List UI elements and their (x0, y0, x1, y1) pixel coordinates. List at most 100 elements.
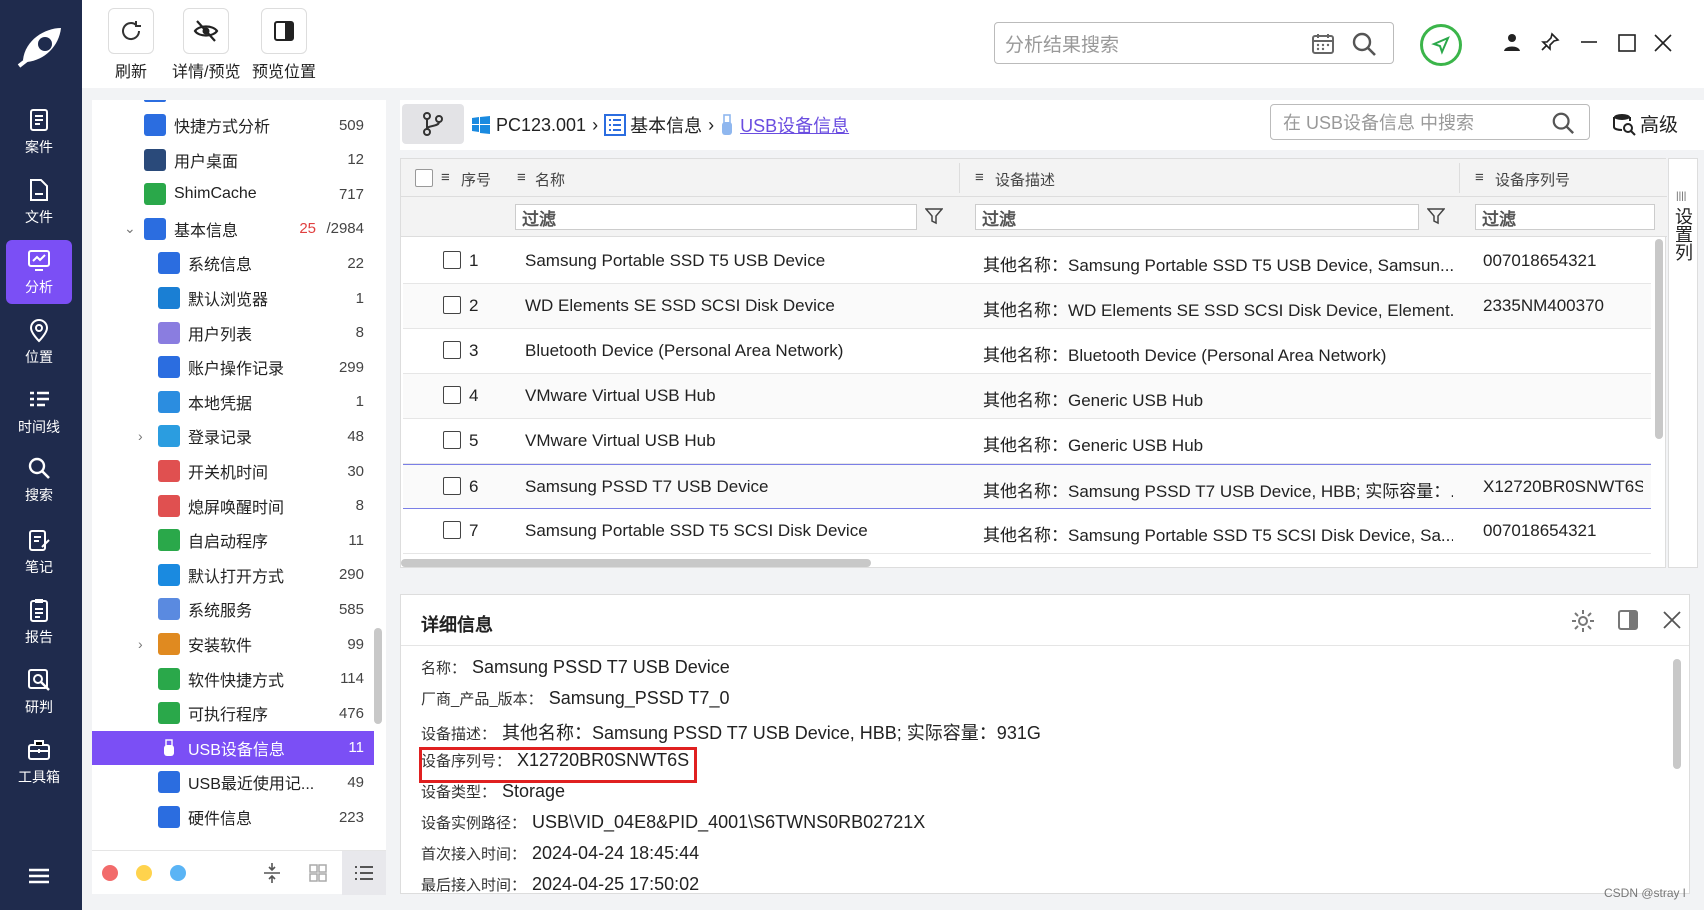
header-description[interactable]: 设备描述 (995, 169, 1055, 190)
row-checkbox[interactable] (443, 521, 461, 539)
panel-right-icon[interactable] (1617, 609, 1639, 631)
pin-icon[interactable] (1540, 32, 1560, 52)
row-checkbox[interactable] (443, 477, 461, 495)
filter-placeholder: 过滤 (982, 209, 1016, 229)
rail-item-judge[interactable]: 研判 (6, 660, 72, 724)
detail-panel: 详细信息 名称： Samsung PSSD T7 USB Device 厂商_产品_… (400, 594, 1690, 894)
table-search-input[interactable]: 在 USB设备信息 中搜索 (1270, 104, 1590, 140)
tree-item[interactable]: ⌄ 基本信息 25/2984 (92, 212, 374, 246)
tree-item[interactable]: 默认浏览器 1 (92, 281, 374, 315)
select-all-checkbox[interactable] (415, 169, 433, 187)
tree-item[interactable]: 系统服务 585 (92, 592, 374, 626)
rail-item-case[interactable]: 案件 (6, 100, 72, 164)
row-checkbox[interactable] (443, 431, 461, 449)
tree-item[interactable]: ShimCache 717 (92, 177, 374, 211)
note-icon (29, 530, 50, 551)
calendar-icon[interactable] (1311, 32, 1335, 56)
breadcrumb-usb-devices[interactable]: USB设备信息 (740, 112, 849, 138)
tree-item[interactable]: 硬件信息 223 (92, 800, 374, 834)
horizontal-scrollbar[interactable] (401, 559, 871, 567)
tree-item[interactable]: 开关机时间 30 (92, 454, 374, 488)
table-row[interactable]: 6 Samsung PSSD T7 USB Device 其他名称：Samsung … (403, 464, 1651, 509)
detail-scrollbar[interactable] (1673, 659, 1681, 769)
header-index[interactable]: 序号 (461, 169, 491, 190)
column-divider[interactable] (1459, 163, 1460, 193)
tree-item[interactable]: 默认打开方式 290 (92, 558, 374, 592)
rail-item-analysis[interactable]: 分析 (6, 240, 72, 304)
table-row[interactable]: 3 Bluetooth Device (Personal Area Network… (403, 329, 1651, 374)
collapse-all-icon[interactable] (262, 861, 282, 885)
tree-item[interactable]: 系统信息 22 (92, 246, 374, 280)
app-logo (0, 0, 82, 92)
branch-button[interactable] (402, 104, 464, 144)
expand-chevron-icon[interactable]: › (138, 428, 143, 444)
header-name[interactable]: 名称 (535, 169, 565, 190)
search-icon[interactable] (1351, 31, 1377, 57)
preview-position-button[interactable]: 预览位置 (252, 8, 316, 82)
tree-item[interactable]: 用户桌面 12 (92, 143, 374, 177)
row-checkbox[interactable] (443, 386, 461, 404)
column-divider[interactable] (959, 163, 960, 193)
column-settings-tab[interactable]: |||| 设置列 (1668, 158, 1698, 568)
rail-item-report[interactable]: 报告 (6, 590, 72, 654)
tree-item[interactable]: 可执行程序 476 (92, 696, 374, 730)
gear-icon[interactable] (1571, 609, 1595, 633)
rail-item-timeline[interactable]: 时间线 (6, 380, 72, 444)
tree-item[interactable]: 用户列表 8 (92, 316, 374, 350)
menu-button[interactable] (6, 846, 72, 910)
list-view-button[interactable] (342, 851, 386, 895)
tree-item[interactable]: 软件快捷方式 114 (92, 662, 374, 696)
tree-scrollbar[interactable] (374, 628, 382, 724)
name-filter-input[interactable]: 过滤 (515, 204, 917, 230)
connection-status-icon[interactable] (1420, 24, 1462, 66)
grid-view-icon[interactable] (308, 863, 328, 883)
tree-item-count: 1 (355, 393, 364, 411)
tree-item[interactable]: 本地凭据 1 (92, 385, 374, 419)
table-row[interactable]: 1 Samsung Portable SSD T5 USB Device 其他名称：… (403, 239, 1651, 284)
row-checkbox[interactable] (443, 341, 461, 359)
close-icon[interactable] (1654, 34, 1672, 52)
rail-item-file[interactable]: 文件 (6, 170, 72, 234)
advanced-search-button[interactable]: 高级 (1612, 110, 1678, 137)
tree-item[interactable]: › 登录记录 48 (92, 419, 374, 453)
table-row[interactable]: 4 VMware Virtual USB Hub 其他名称：Generic USB … (403, 374, 1651, 419)
tree-item[interactable]: USB设备信息 11 (92, 730, 374, 765)
rail-item-search[interactable]: 搜索 (6, 448, 72, 512)
expand-chevron-icon[interactable]: ⌄ (124, 220, 136, 237)
table-row[interactable]: 7 Samsung Portable SSD T5 SCSI Disk Devic… (403, 509, 1651, 554)
table-row[interactable]: 2 WD Elements SE SSD SCSI Disk Device 其他名称… (403, 284, 1651, 329)
row-checkbox[interactable] (443, 296, 461, 314)
breadcrumb-pc[interactable]: PC123.001 (496, 115, 586, 136)
search-icon[interactable] (1551, 111, 1575, 135)
close-icon[interactable] (1663, 611, 1681, 629)
filter-icon[interactable] (925, 207, 943, 225)
detail-preview-button[interactable]: 详情/预览 (172, 8, 240, 82)
tree-item[interactable]: 快捷方式分析 509 (92, 108, 374, 142)
refresh-button[interactable]: 刷新 (108, 8, 154, 82)
rail-item-location[interactable]: 位置 (6, 310, 72, 374)
tree-item[interactable]: 熄屏唤醒时间 8 (92, 489, 374, 523)
rail-item-note[interactable]: 笔记 (6, 520, 72, 584)
user-icon[interactable] (1502, 32, 1522, 52)
red-dot-icon[interactable] (102, 865, 118, 881)
serial-filter-input[interactable]: 过滤 (1475, 204, 1655, 230)
rail-item-toolbox[interactable]: 工具箱 (6, 730, 72, 794)
tree-item[interactable]: USB最近使用记... 49 (92, 765, 374, 799)
vertical-scrollbar[interactable] (1655, 239, 1663, 439)
table-row[interactable]: 5 VMware Virtual USB Hub 其他名称：Generic USB … (403, 419, 1651, 464)
blue-dot-icon[interactable] (170, 865, 186, 881)
header-serial[interactable]: 设备序列号 (1495, 169, 1570, 190)
expand-chevron-icon[interactable]: › (138, 636, 143, 652)
yellow-dot-icon[interactable] (136, 865, 152, 881)
analysis-search-input[interactable]: 分析结果搜索 (994, 22, 1394, 64)
row-checkbox[interactable] (443, 251, 461, 269)
filter-icon[interactable] (1427, 207, 1445, 225)
breadcrumb-basic-info[interactable]: 基本信息 (630, 112, 702, 138)
minimize-icon[interactable] (1580, 34, 1598, 50)
tree-item[interactable]: › 安装软件 99 (92, 627, 374, 661)
tree-item[interactable]: 账户操作记录 299 (92, 350, 374, 384)
tree-item[interactable]: 自启动程序 11 (92, 523, 374, 557)
description-filter-input[interactable]: 过滤 (975, 204, 1419, 230)
column-drag-icon: ≡ (441, 169, 450, 186)
maximize-icon[interactable] (1618, 34, 1636, 52)
